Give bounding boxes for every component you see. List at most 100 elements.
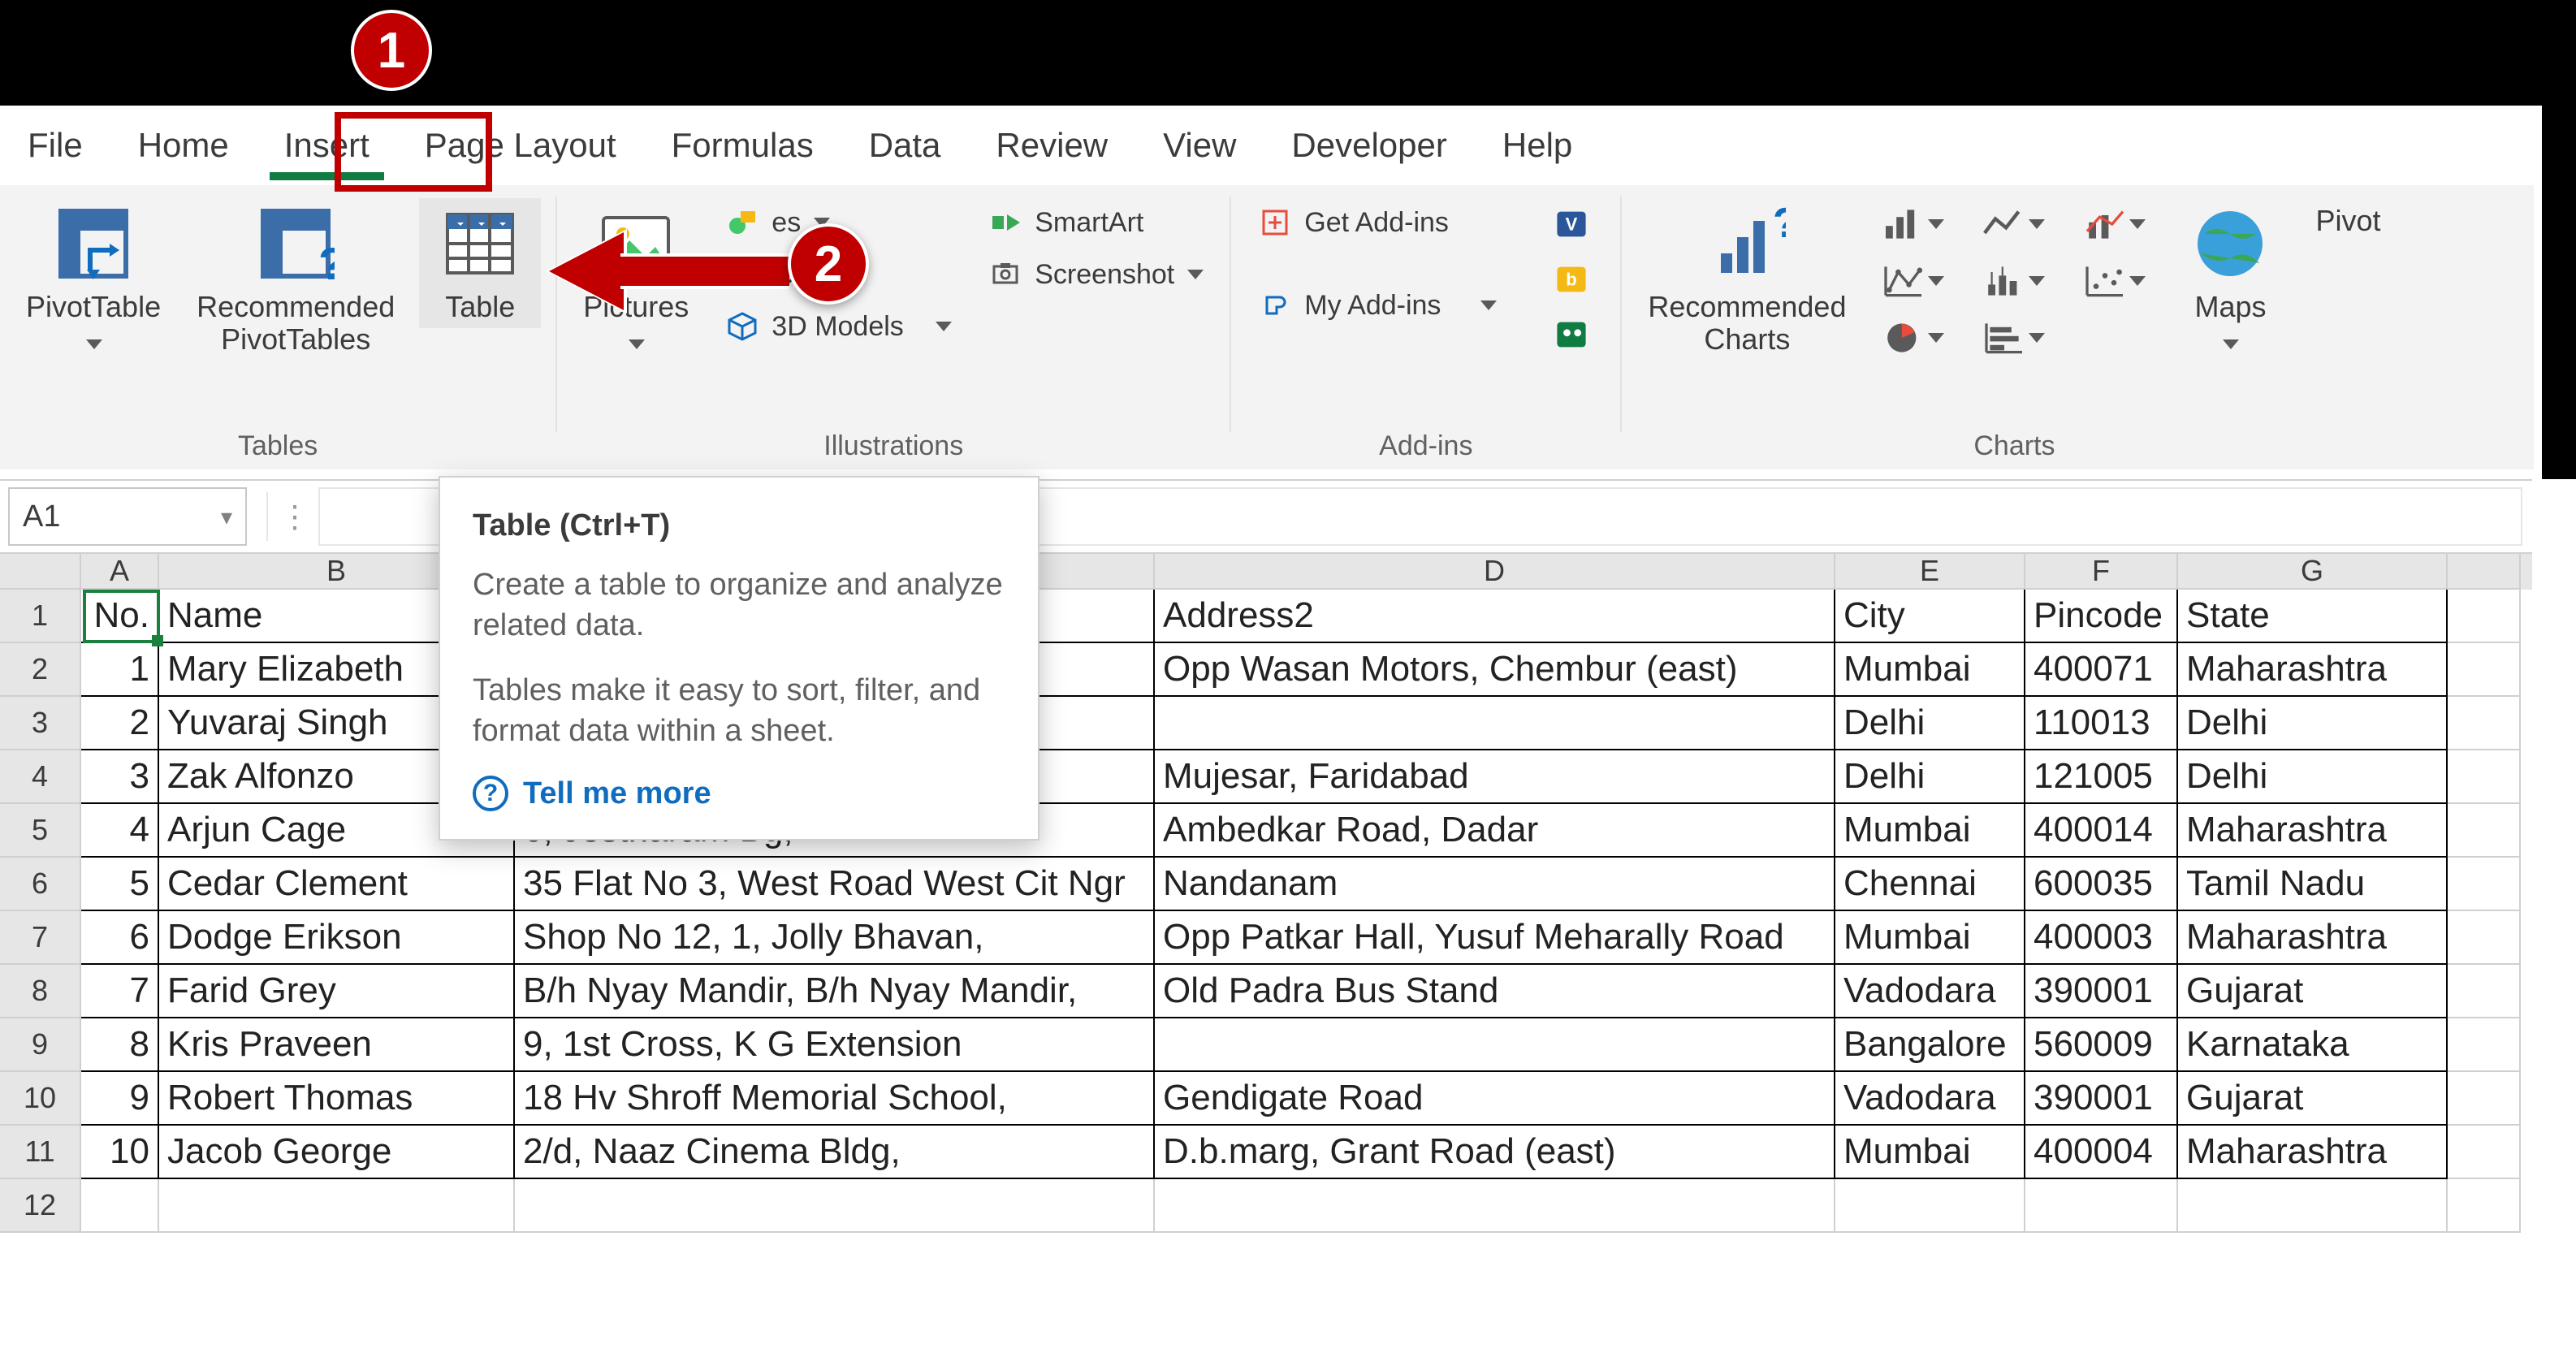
header-cell[interactable]: No.	[81, 590, 159, 643]
data-cell[interactable]: Maharashtra	[2178, 911, 2448, 965]
visio-addin-button[interactable]: V	[1537, 201, 1606, 247]
row-header[interactable]: 4	[0, 750, 81, 804]
row-header[interactable]: 1	[0, 590, 81, 643]
data-cell[interactable]: Kris Praveen	[159, 1018, 515, 1072]
data-cell[interactable]: 5	[81, 858, 159, 911]
chart-dialog-launcher[interactable]	[2072, 315, 2140, 361]
data-cell[interactable]: 400004	[2025, 1126, 2178, 1179]
row-header[interactable]: 5	[0, 804, 81, 858]
col-header-G[interactable]: G	[2178, 554, 2448, 590]
data-cell[interactable]: Maharashtra	[2178, 804, 2448, 858]
data-cell[interactable]	[1835, 1179, 2025, 1233]
data-cell[interactable]: Mujesar, Faridabad	[1155, 750, 1835, 804]
data-cell[interactable]: 4	[81, 804, 159, 858]
row-header[interactable]: 7	[0, 911, 81, 965]
data-cell[interactable]: 400014	[2025, 804, 2178, 858]
pivotchart-button[interactable]: Pivot	[2304, 198, 2392, 242]
data-cell[interactable]: Delhi	[2178, 750, 2448, 804]
data-cell[interactable]	[2448, 1072, 2521, 1126]
tab-help[interactable]: Help	[1475, 106, 1600, 185]
row-header[interactable]: 12	[0, 1179, 81, 1233]
data-cell[interactable]: 400003	[2025, 911, 2178, 965]
data-cell[interactable]: Jacob George	[159, 1126, 515, 1179]
pie-chart-button[interactable]	[1870, 315, 1955, 361]
hierarchy-chart-button[interactable]	[1870, 258, 1955, 304]
worksheet[interactable]: A B C D E F G 1No.NameAddress2CityPincod…	[0, 554, 2532, 1353]
data-cell[interactable]: Karnataka	[2178, 1018, 2448, 1072]
row-header[interactable]: 3	[0, 697, 81, 750]
data-cell[interactable]	[1155, 1018, 1835, 1072]
tab-developer[interactable]: Developer	[1264, 106, 1474, 185]
recommended-pivottables-button[interactable]: ? Recommended PivotTables	[185, 198, 406, 361]
tab-review[interactable]: Review	[968, 106, 1135, 185]
data-cell[interactable]: Dodge Erikson	[159, 911, 515, 965]
data-cell[interactable]: 35 Flat No 3, West Road West Cit Ngr	[515, 858, 1155, 911]
pivottable-button[interactable]: PivotTable	[15, 198, 172, 361]
data-cell[interactable]	[1155, 1179, 1835, 1233]
data-cell[interactable]: 6	[81, 911, 159, 965]
col-header-D[interactable]: D	[1155, 554, 1835, 590]
data-cell[interactable]	[2448, 1018, 2521, 1072]
data-cell[interactable]	[159, 1179, 515, 1233]
data-cell[interactable]: Mumbai	[1835, 1126, 2025, 1179]
row-header[interactable]: 10	[0, 1072, 81, 1126]
3d-models-button[interactable]: 3D Models	[713, 305, 963, 348]
data-cell[interactable]	[1155, 697, 1835, 750]
data-cell[interactable]: 560009	[2025, 1018, 2178, 1072]
tab-view[interactable]: View	[1135, 106, 1264, 185]
data-cell[interactable]: D.b.marg, Grant Road (east)	[1155, 1126, 1835, 1179]
data-cell[interactable]: Ambedkar Road, Dadar	[1155, 804, 1835, 858]
tab-data[interactable]: Data	[841, 106, 969, 185]
data-cell[interactable]: Bangalore	[1835, 1018, 2025, 1072]
combo-chart-button[interactable]	[2072, 201, 2156, 247]
data-cell[interactable]: 2	[81, 697, 159, 750]
bing-addin-button[interactable]: b	[1537, 257, 1606, 302]
pictures-button[interactable]: Pictures	[572, 198, 700, 361]
data-cell[interactable]	[2448, 697, 2521, 750]
data-cell[interactable]: Maharashtra	[2178, 1126, 2448, 1179]
data-cell[interactable]: 18 Hv Shroff Memorial School,	[515, 1072, 1155, 1126]
data-cell[interactable]: B/h Nyay Mandir, B/h Nyay Mandir,	[515, 965, 1155, 1018]
data-cell[interactable]	[2448, 1179, 2521, 1233]
statistic-chart-button[interactable]	[1971, 258, 2055, 304]
my-addins-button[interactable]: My Add-ins	[1246, 284, 1508, 326]
data-cell[interactable]: Cedar Clement	[159, 858, 515, 911]
data-cell[interactable]	[515, 1179, 1155, 1233]
select-all-triangle[interactable]	[0, 554, 81, 590]
bar-chart-button[interactable]	[1971, 315, 2055, 361]
data-cell[interactable]: Gujarat	[2178, 965, 2448, 1018]
line-chart-button[interactable]	[1971, 201, 2055, 247]
col-header-blank[interactable]	[2448, 554, 2521, 590]
data-cell[interactable]: Gujarat	[2178, 1072, 2448, 1126]
header-cell[interactable]	[2448, 590, 2521, 643]
data-cell[interactable]	[2448, 1126, 2521, 1179]
screenshot-button[interactable]: Screenshot	[976, 253, 1215, 296]
column-chart-button[interactable]	[1870, 201, 1955, 247]
data-cell[interactable]: 390001	[2025, 1072, 2178, 1126]
data-cell[interactable]: 3	[81, 750, 159, 804]
data-cell[interactable]: Delhi	[1835, 750, 2025, 804]
data-cell[interactable]	[2448, 750, 2521, 804]
tab-file[interactable]: File	[0, 106, 110, 185]
data-cell[interactable]: 7	[81, 965, 159, 1018]
data-cell[interactable]	[2448, 643, 2521, 697]
header-cell[interactable]: Pincode	[2025, 590, 2178, 643]
tooltip-tell-me-more[interactable]: ? Tell me more	[473, 776, 1005, 811]
row-header[interactable]: 8	[0, 965, 81, 1018]
data-cell[interactable]: Opp Wasan Motors, Chembur (east)	[1155, 643, 1835, 697]
row-header[interactable]: 6	[0, 858, 81, 911]
header-cell[interactable]: City	[1835, 590, 2025, 643]
data-cell[interactable]: Vadodara	[1835, 965, 2025, 1018]
data-cell[interactable]: Delhi	[2178, 697, 2448, 750]
data-cell[interactable]: Mumbai	[1835, 643, 2025, 697]
data-cell[interactable]: 390001	[2025, 965, 2178, 1018]
name-box[interactable]: A1 ▾	[8, 487, 247, 546]
tab-formulas[interactable]: Formulas	[644, 106, 841, 185]
data-cell[interactable]: Mumbai	[1835, 804, 2025, 858]
data-cell[interactable]: 110013	[2025, 697, 2178, 750]
tab-home[interactable]: Home	[110, 106, 257, 185]
data-cell[interactable]: 8	[81, 1018, 159, 1072]
data-cell[interactable]	[2448, 911, 2521, 965]
row-header[interactable]: 9	[0, 1018, 81, 1072]
data-cell[interactable]: Farid Grey	[159, 965, 515, 1018]
